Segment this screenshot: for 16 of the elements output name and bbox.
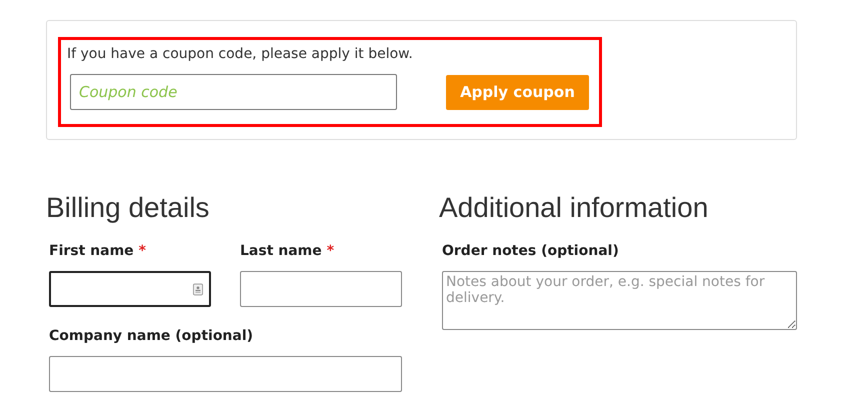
- apply-coupon-button[interactable]: Apply coupon: [446, 74, 589, 110]
- order-notes-field[interactable]: Notes about your order, e.g. special notes for delivery.: [442, 271, 797, 330]
- text-field[interactable]: [240, 271, 402, 307]
- section-heading: Billing details: [46, 192, 210, 224]
- field-label: Order notes (optional): [442, 243, 619, 259]
- coupon-field[interactable]: Coupon code: [70, 74, 397, 110]
- text-field[interactable]: [49, 271, 211, 307]
- field-label: Last name: [240, 243, 322, 259]
- coupon-message: If you have a coupon code, please apply it below.: [67, 45, 414, 64]
- required-mark: *: [326, 243, 334, 259]
- text-field[interactable]: [49, 356, 402, 392]
- contact-card-icon[interactable]: [193, 282, 203, 296]
- required-mark: *: [138, 243, 146, 259]
- field-label: Company name (optional): [49, 328, 254, 344]
- section-heading: Additional information: [439, 192, 710, 224]
- field-label: First name: [49, 243, 134, 259]
